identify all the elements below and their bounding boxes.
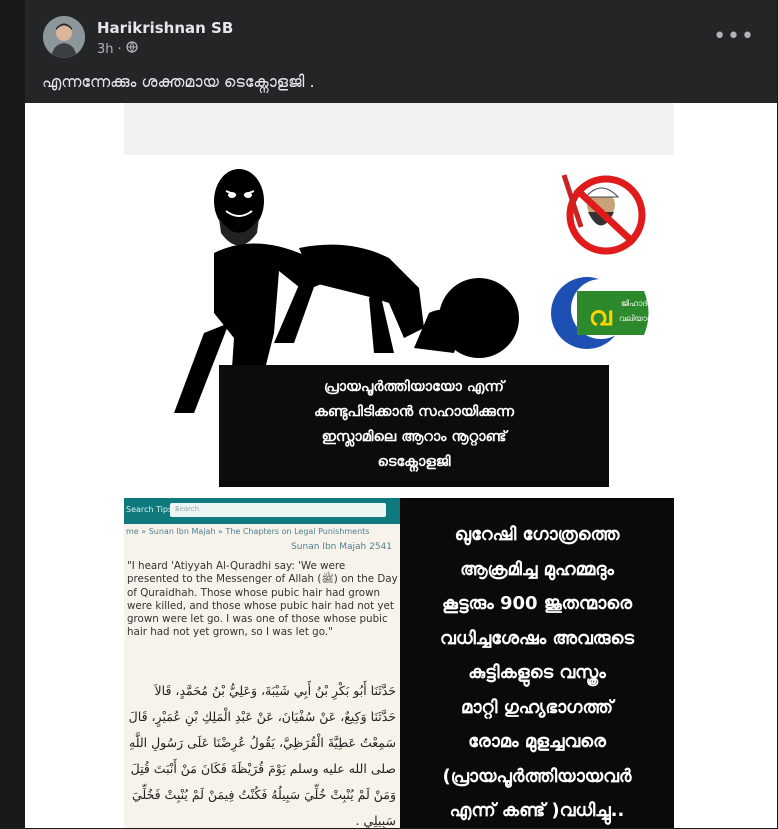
search-icon: ⌕: [175, 505, 179, 513]
caption-line: മാറ്റി ഗുഹ്യഭാഗത്ത്: [461, 696, 613, 718]
hadith-english-text: "I heard 'Atiyyah Al-Quradhi say: 'We we…: [127, 560, 398, 639]
crescent-logo: വ ജിഹാദി വലിയാൾ: [551, 277, 656, 349]
stamp-text: പ്രായപൂർത്തിയായോ എന്ന് കണ്ടുപിടിക്കാൻ സഹ…: [219, 375, 609, 475]
post-header: Harikrishnan SB 3h · •••: [43, 14, 777, 62]
caption-line: (പ്രായപൂർത്തിയായവർ: [442, 765, 632, 787]
search-tips-link: Search Tips: [126, 505, 173, 514]
malayalam-caption-panel: ഖുറേഷി ഗോത്രത്തെ ആക്രമിച്ച മുഹമ്മദും കൂട…: [400, 498, 674, 828]
globe-icon[interactable]: [126, 41, 138, 57]
stamp-line: ടെക്നോളജി: [377, 454, 451, 470]
hadith-arabic-text: حَدَّثَنَا أَبُو بَكْرِ بْنُ أَبِي شَيْب…: [128, 683, 396, 828]
post-image[interactable]: പ്രായപൂർത്തിയായോ എന്ന് കണ്ടുപിടിക്കാൻ സഹ…: [25, 103, 777, 828]
author-name[interactable]: Harikrishnan SB: [97, 19, 233, 37]
more-horizontal-icon[interactable]: •••: [713, 24, 755, 49]
post-meta: 3h ·: [97, 41, 138, 57]
image-collage: പ്രായപൂർത്തിയായോ എന്ന് കണ്ടുപിടിക്കാൻ സഹ…: [124, 103, 674, 828]
post-text: എന്നന്നേക്കും ശക്തമായ ടെക്നോളജി .: [42, 72, 315, 91]
svg-text:വലിയാൾ: വലിയാൾ: [619, 314, 656, 323]
caption-line: വധിച്ചശേഷം അവരുടെ: [440, 627, 634, 649]
caption-line: കുട്ടികളുടെ വസ്ത്രം: [468, 662, 606, 683]
caption-stamp: പ്രായപൂർത്തിയായോ എന്ന് കണ്ടുപിടിക്കാൻ സഹ…: [219, 365, 609, 487]
prohibition-sign-icon: [561, 174, 646, 255]
post-card: Harikrishnan SB 3h · ••• എന്നന്നേക്കും ശ…: [25, 0, 777, 828]
stamp-line: പ്രായപൂർത്തിയായോ എന്ന്: [324, 379, 504, 395]
caption-line: ആക്രമിച്ച മുഹമ്മദും: [460, 558, 614, 580]
svg-text:വ: വ: [589, 302, 613, 332]
caption-line: ഖുറേഷി ഗോത്രത്തെ: [454, 524, 620, 545]
svg-text:ജിഹാദി: ജിഹാദി: [621, 299, 649, 308]
avatar[interactable]: [43, 16, 85, 58]
stamp-line: ഇസ്ലാമിലെ ആറാം നൂറ്റാണ്ട്: [321, 429, 507, 445]
site-header: Search Tips Search ⌕: [124, 498, 400, 524]
post-time[interactable]: 3h: [97, 42, 114, 57]
caption-line: രോമം മുളച്ചവരെ: [468, 731, 606, 752]
breadcrumb: me » Sunan Ibn Majah » The Chapters on L…: [126, 527, 370, 536]
hadith-reference: Sunan Ibn Majah 2541: [291, 542, 392, 552]
caption-line: കൂട്ടരും 900 ജൂതന്മാരെ: [442, 593, 632, 614]
site-search-field: Search ⌕: [170, 503, 386, 517]
caption-text: ഖുറേഷി ഗോത്രത്തെ ആക്രമിച്ച മുഹമ്മദും കൂട…: [400, 518, 674, 829]
stamp-line: കണ്ടുപിടിക്കാൻ സഹായിക്കുന്ന: [313, 404, 515, 420]
caption-line: എന്ന് കണ്ട് )വധിച്ചു..: [449, 800, 625, 821]
meta-separator: ·: [117, 41, 122, 57]
image-top-strip: [124, 103, 674, 155]
hadith-screenshot: Search Tips Search ⌕ me » Sunan Ibn Maja…: [124, 498, 400, 828]
